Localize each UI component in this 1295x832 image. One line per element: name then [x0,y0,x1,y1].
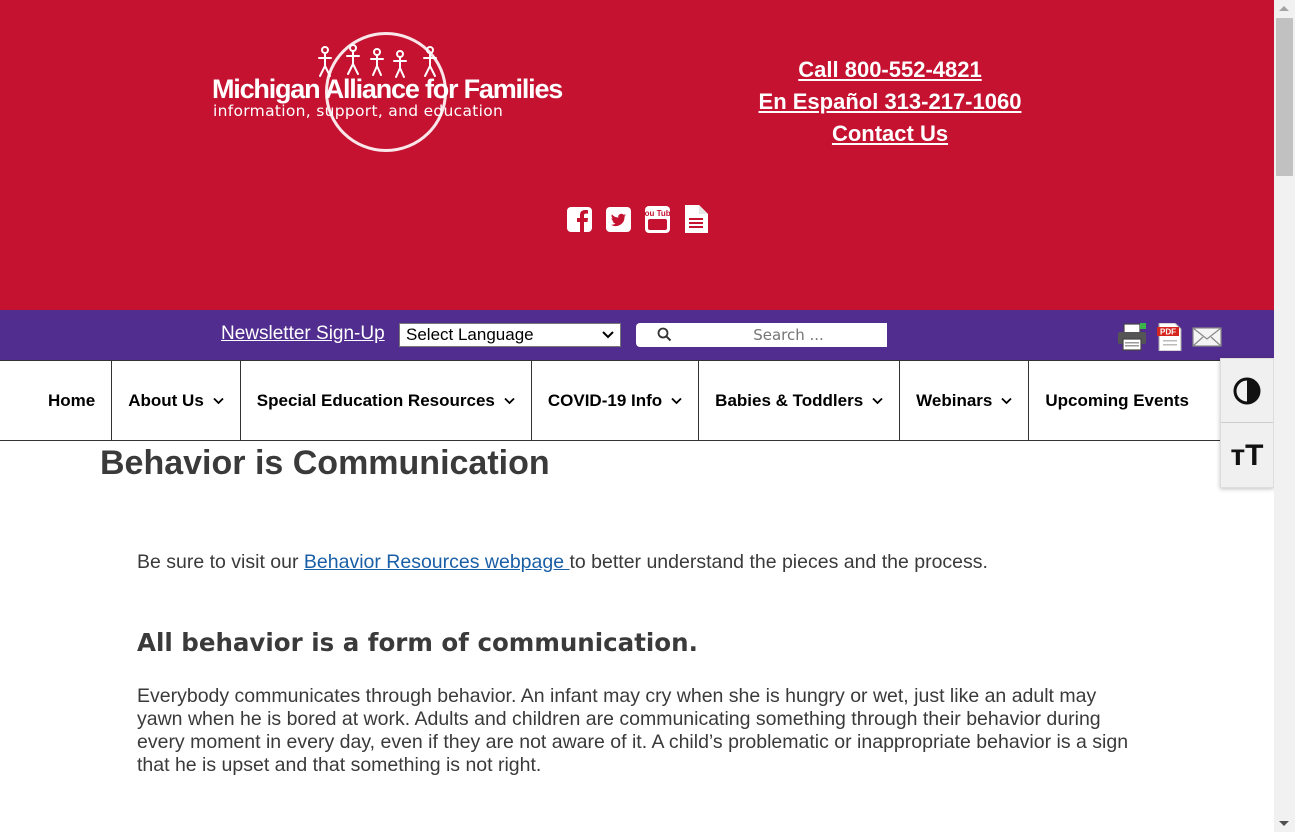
nav-item-about-us[interactable]: About Us [112,361,241,440]
nav-item-webinars[interactable]: Webinars [900,361,1030,440]
accessibility-widget: ᴛT [1220,358,1274,488]
nav-label: Home [48,390,96,410]
search-input[interactable] [696,325,881,345]
svg-text:PDF: PDF [1160,328,1176,337]
main-nav: Home About Us Special Education Resource… [0,360,1274,441]
chevron-down-icon [872,397,883,404]
logo-subtitle: information, support, and education [213,102,504,120]
utility-bar: Newsletter Sign-Up Select Language PDF [0,310,1274,360]
nav-item-special-education-resources[interactable]: Special Education Resources [241,361,532,440]
facebook-icon[interactable] [566,205,592,233]
nav-label: About Us [128,390,204,410]
page-title: Behavior is Communication [100,444,550,482]
nav-item-babies-toddlers[interactable]: Babies & Toddlers [699,361,901,440]
section-heading: All behavior is a form of communication. [137,628,698,657]
page-tools: PDF [1116,323,1222,351]
contrast-toggle-button[interactable] [1221,359,1273,423]
chevron-down-icon [602,331,614,339]
spanish-phone-link[interactable]: En Español 313-217-1060 [740,86,1040,118]
scroll-thumb[interactable] [1276,18,1293,176]
nav-item-upcoming-events[interactable]: Upcoming Events [1029,361,1205,440]
twitter-icon[interactable] [605,205,631,233]
print-icon[interactable] [1116,323,1148,351]
email-icon[interactable] [1192,326,1222,348]
call-phone-link[interactable]: Call 800-552-4821 [740,54,1040,86]
chevron-down-icon [1001,397,1013,404]
text-size-icon: ᴛT [1230,439,1264,472]
intro-text-before: Be sure to visit our [137,551,304,573]
nav-label: Babies & Toddlers [715,390,864,410]
scroll-down-arrow-icon[interactable] [1279,821,1289,826]
nav-label: Upcoming Events [1045,390,1189,410]
contact-links: Call 800-552-4821 En Español 313-217-106… [740,54,1040,150]
nav-item-home[interactable]: Home [0,361,113,440]
site-header: Michigan Alliance for Families informati… [0,0,1274,310]
pdf-icon[interactable]: PDF [1157,323,1183,351]
intro-text: Be sure to visit our Behavior Resources … [137,551,988,574]
youtube-glyph-you: You Tube [645,209,670,218]
scroll-up-arrow-icon[interactable] [1279,6,1289,11]
contact-us-link[interactable]: Contact Us [740,118,1040,150]
social-links: You Tube [566,205,709,233]
chevron-down-icon [504,397,515,404]
nav-item-covid-19-info[interactable]: COVID-19 Info [532,361,700,440]
search-box [636,323,887,347]
text-size-button[interactable]: ᴛT [1221,424,1273,488]
language-select[interactable]: Select Language [399,323,621,347]
nav-label: Webinars [916,390,993,410]
body-paragraph: Everybody communicates through behavior.… [137,685,1129,776]
behavior-resources-link[interactable]: Behavior Resources webpage [304,551,570,573]
chevron-down-icon [213,397,224,404]
youtube-icon[interactable]: You Tube [644,205,670,233]
search-icon[interactable] [656,326,673,343]
contrast-icon [1233,377,1261,404]
nav-label: COVID-19 Info [547,390,663,410]
logo-title: Michigan Alliance for Families [212,74,563,104]
language-select-value: Select Language [406,325,534,344]
chevron-down-icon [671,397,682,404]
intro-text-after: to better understand the pieces and the … [569,551,988,573]
document-icon[interactable] [683,205,709,233]
newsletter-signup-link[interactable]: Newsletter Sign-Up [221,323,385,345]
site-logo[interactable]: Michigan Alliance for Families informati… [205,30,565,155]
page-scrollbar[interactable] [1274,0,1295,832]
nav-label: Special Education Resources [256,390,495,410]
